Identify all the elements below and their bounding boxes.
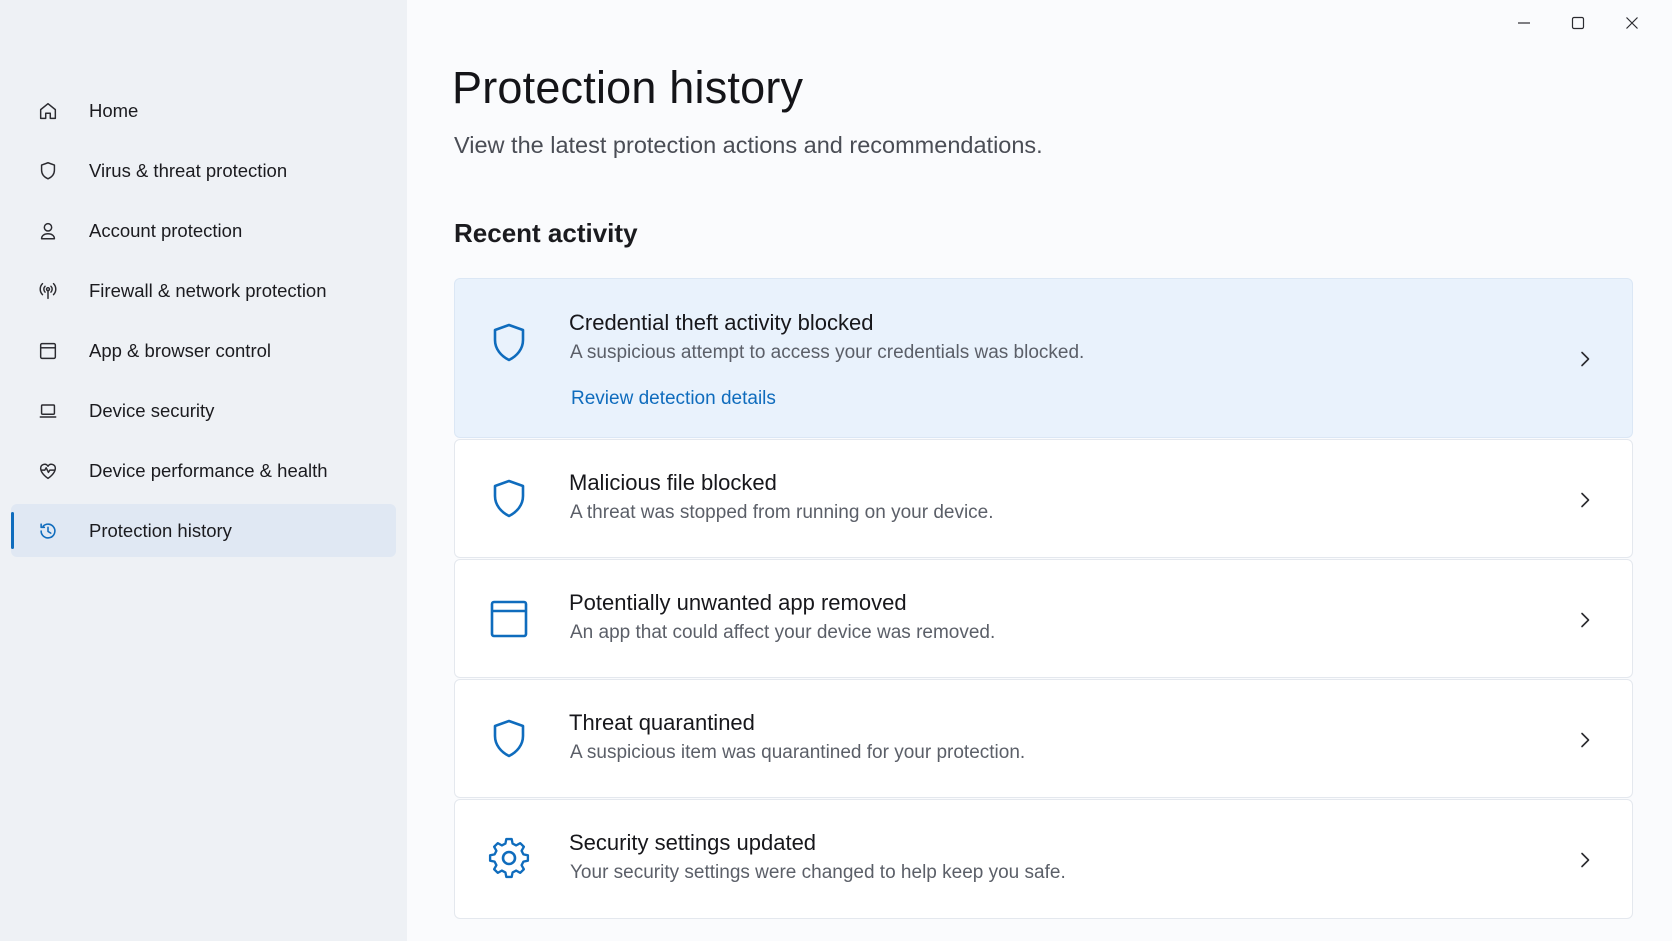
minimize-button[interactable] (1502, 8, 1546, 38)
sidebar: Home Virus & threat protection Account p… (0, 0, 407, 941)
sidebar-item-device-performance-health[interactable]: Device performance & health (11, 444, 396, 497)
maximize-icon (1571, 16, 1585, 30)
maximize-button[interactable] (1556, 8, 1600, 38)
sidebar-item-home[interactable]: Home (11, 84, 396, 137)
shield-icon (487, 717, 531, 761)
sidebar-item-label: Virus & threat protection (89, 159, 288, 181)
activity-list: Credential theft activity blocked A susp… (454, 278, 1633, 920)
activity-description: Your security settings were changed to h… (570, 862, 1066, 883)
review-detection-details-link[interactable]: Review detection details (571, 388, 776, 410)
sidebar-item-label: Home (89, 99, 139, 121)
sidebar-item-app-browser-control[interactable]: App & browser control (11, 324, 396, 377)
sidebar-item-label: Device security (89, 399, 215, 421)
page-title: Protection history (452, 62, 804, 113)
minimize-icon (1518, 22, 1530, 24)
activity-description: A suspicious attempt to access your cred… (570, 342, 1085, 363)
close-button[interactable] (1610, 8, 1654, 38)
activity-title: Credential theft activity blocked (569, 310, 874, 335)
chevron-right-icon (1576, 731, 1594, 749)
sidebar-item-label: Protection history (89, 519, 232, 541)
app-window: Home Virus & threat protection Account p… (0, 0, 1672, 941)
sidebar-item-virus-threat-protection[interactable]: Virus & threat protection (11, 144, 396, 197)
sidebar-item-account-protection[interactable]: Account protection (11, 204, 396, 257)
sidebar-item-label: Account protection (89, 219, 243, 241)
laptop-icon (37, 400, 59, 422)
section-title-recent-activity: Recent activity (454, 218, 638, 248)
activity-card-settings-updated[interactable]: Security settings updated Your security … (454, 799, 1633, 919)
page-subtitle: View the latest protection actions and r… (454, 132, 1043, 158)
activity-card-threat-quarantined[interactable]: Threat quarantined A suspicious item was… (454, 679, 1633, 798)
main-content: Protection history View the latest prote… (407, 0, 1672, 941)
sidebar-item-label: Device performance & health (89, 459, 328, 481)
shield-icon (487, 477, 531, 521)
activity-title: Potentially unwanted app removed (569, 590, 907, 615)
app-window-icon (487, 597, 531, 641)
person-icon (37, 220, 59, 242)
window-controls (1502, 8, 1654, 38)
chevron-right-icon (1576, 851, 1594, 869)
activity-title: Threat quarantined (569, 710, 755, 735)
shield-icon (37, 160, 59, 182)
activity-description: An app that could affect your device was… (570, 622, 996, 643)
activity-card-credential-theft[interactable]: Credential theft activity blocked A susp… (454, 278, 1633, 438)
heart-pulse-icon (37, 460, 59, 482)
activity-card-unwanted-app[interactable]: Potentially unwanted app removed An app … (454, 559, 1633, 678)
activity-title: Malicious file blocked (569, 470, 777, 495)
activity-description: A threat was stopped from running on you… (570, 502, 994, 523)
sidebar-item-device-security[interactable]: Device security (11, 384, 396, 437)
activity-title: Security settings updated (569, 830, 817, 855)
sidebar-item-label: App & browser control (89, 339, 272, 361)
chevron-right-icon (1576, 350, 1594, 368)
gear-icon (487, 836, 531, 880)
sidebar-item-firewall-network-protection[interactable]: Firewall & network protection (11, 264, 396, 317)
close-icon (1626, 17, 1638, 29)
home-icon (37, 100, 59, 122)
browser-window-icon (37, 340, 59, 362)
activity-description: A suspicious item was quarantined for yo… (570, 742, 1026, 763)
sidebar-item-label: Firewall & network protection (89, 279, 327, 301)
antenna-icon (37, 280, 59, 302)
shield-icon (487, 321, 531, 365)
activity-card-malicious-file[interactable]: Malicious file blocked A threat was stop… (454, 439, 1633, 558)
chevron-right-icon (1576, 491, 1594, 509)
chevron-right-icon (1576, 611, 1594, 629)
history-icon (37, 520, 59, 542)
sidebar-item-protection-history[interactable]: Protection history (11, 504, 396, 557)
